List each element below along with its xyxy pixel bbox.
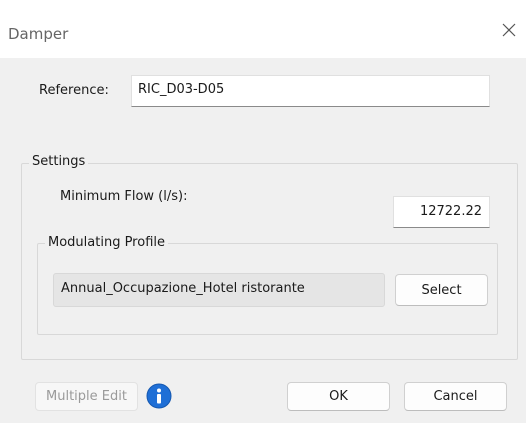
- title-bar: Damper: [0, 0, 526, 58]
- multiple-edit-button[interactable]: Multiple Edit: [35, 382, 138, 411]
- modulating-profile-group-title: Modulating Profile: [45, 235, 168, 250]
- reference-value: RIC_D03-D05: [138, 82, 225, 97]
- settings-group-title: Settings: [29, 154, 89, 169]
- minimum-flow-value: 12722.22: [419, 204, 482, 219]
- modulating-profile-display: Annual_Occupazione_Hotel ristorante: [53, 273, 385, 307]
- reference-field[interactable]: RIC_D03-D05: [131, 75, 490, 107]
- minimum-flow-label: Minimum Flow (l/s):: [60, 189, 188, 204]
- select-button[interactable]: Select: [395, 274, 488, 306]
- reference-label: Reference:: [39, 83, 109, 98]
- dialog-title: Damper: [8, 25, 69, 43]
- damper-dialog: Damper Reference: RIC_D03-D05 Settings M…: [0, 0, 526, 423]
- ok-button[interactable]: OK: [287, 382, 390, 411]
- cancel-button[interactable]: Cancel: [404, 382, 507, 411]
- close-icon[interactable]: [501, 22, 517, 38]
- minimum-flow-field[interactable]: 12722.22: [393, 196, 490, 228]
- info-icon[interactable]: [146, 383, 172, 409]
- modulating-profile-value: Annual_Occupazione_Hotel ristorante: [61, 281, 305, 296]
